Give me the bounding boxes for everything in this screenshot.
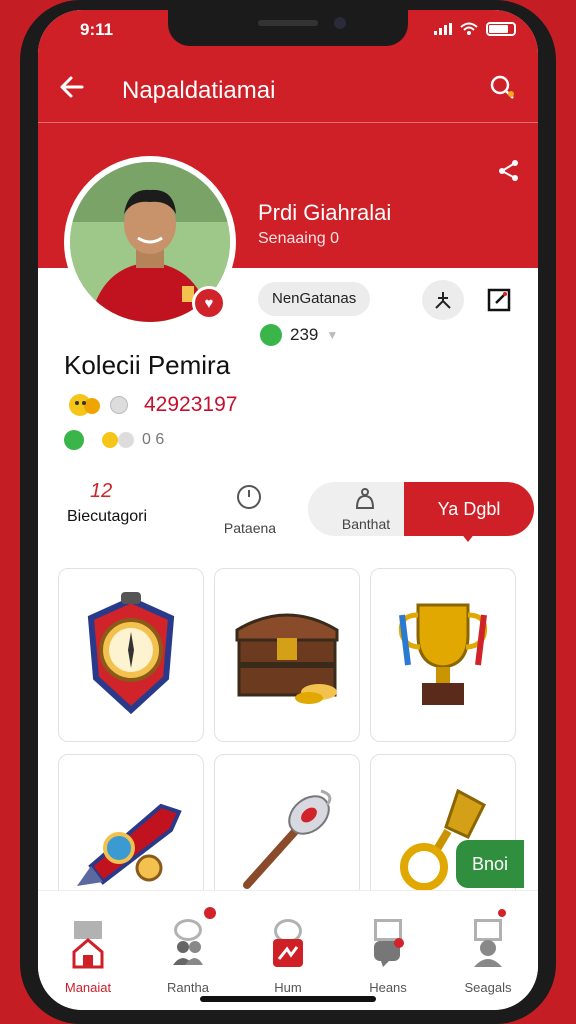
- gold-coin-icon: [102, 432, 118, 448]
- tab-bar: 12 Biecutagori Pataena Banthat Ya Dgbl: [52, 480, 538, 542]
- tab-stats[interactable]: Pataena: [202, 480, 298, 540]
- nav-flag[interactable]: Hum: [243, 937, 333, 995]
- sun-emblem-icon: [69, 394, 100, 416]
- item-card[interactable]: [214, 568, 360, 742]
- silver-coin-icon: [118, 432, 134, 448]
- profile-name: Prdi Giahralai: [258, 200, 392, 225]
- notification-dot: [202, 905, 218, 921]
- wand-icon: [243, 789, 332, 889]
- home-icon: [72, 938, 104, 969]
- status-icons: [434, 22, 516, 36]
- coin-row: 0 6: [64, 430, 164, 450]
- back-button[interactable]: [58, 73, 86, 108]
- page-title: Napaldatiamai: [122, 77, 276, 104]
- tab-label: Biecutagori: [66, 508, 148, 525]
- caret-down-icon: ▼: [326, 328, 339, 342]
- score-row: 42923197: [64, 390, 237, 420]
- badge-icon: [64, 430, 84, 450]
- rocket-gadget-icon: [77, 803, 182, 886]
- clock-icon: [237, 485, 261, 509]
- notch: [168, 10, 408, 46]
- nav-profile[interactable]: Seagals: [443, 937, 533, 995]
- nav-label: Rantha: [167, 980, 209, 995]
- nav-label: Manaiat: [64, 980, 112, 995]
- bag-icon: [355, 488, 375, 509]
- follower-count-value: 239: [290, 325, 319, 344]
- home-indicator: [200, 996, 376, 1002]
- wifi-icon: [460, 22, 478, 35]
- notification-dot: [496, 907, 508, 919]
- status-chip[interactable]: NenGatanas: [258, 282, 371, 316]
- pin-button[interactable]: [422, 280, 464, 320]
- favorite-badge[interactable]: ♥: [192, 286, 226, 320]
- bottom-nav: Manaiat Rantha Hum Heans Seagals: [38, 890, 538, 1010]
- nav-home[interactable]: Manaiat: [43, 937, 133, 995]
- treasure-chest-icon: [235, 613, 339, 704]
- score-value: 42923197: [144, 393, 238, 416]
- search-icon: [490, 75, 514, 99]
- app-bar: Napaldatiamai: [38, 65, 538, 121]
- nav-chat[interactable]: Heans: [343, 937, 433, 995]
- user-icon: [474, 940, 502, 967]
- chat-icon: [374, 938, 404, 967]
- flag-icon: [273, 939, 303, 967]
- edit-icon: [487, 288, 511, 312]
- nav-label: Seagals: [464, 980, 512, 995]
- people-icon: [173, 941, 203, 965]
- nav-label: Heans: [369, 980, 407, 995]
- battery-icon: [486, 22, 516, 36]
- compass-shield-icon: [87, 592, 175, 715]
- smile-icon: [260, 324, 282, 346]
- nav-label: Hum: [274, 980, 302, 995]
- header-divider: [38, 122, 538, 123]
- active-tab-pointer: [460, 532, 476, 542]
- arrow-left-icon: [60, 76, 84, 98]
- pin-icon: [435, 292, 451, 309]
- share-icon: [499, 160, 518, 181]
- new-tag[interactable]: Bnoi: [456, 840, 524, 888]
- tab-badge: 12: [90, 480, 113, 502]
- heart-icon: ♥: [204, 294, 214, 312]
- nav-people[interactable]: Rantha: [143, 937, 233, 995]
- search-button[interactable]: [488, 73, 518, 108]
- signal-icon: [434, 23, 452, 35]
- share-button[interactable]: [496, 158, 520, 187]
- trophy-icon: [398, 603, 488, 705]
- silver-coin-icon: [110, 396, 128, 414]
- app-screen: 9:11 Napaldatiamai ♥ Prdi Giahralai Sena…: [38, 10, 538, 1010]
- tab-label: Pataena: [223, 520, 277, 536]
- status-time: 9:11: [80, 20, 114, 39]
- profile-subtitle: Senaaing 0: [258, 230, 339, 247]
- tab-category[interactable]: 12 Biecutagori: [52, 480, 162, 540]
- tab-label: Banthat: [341, 516, 391, 532]
- item-card[interactable]: [58, 568, 204, 742]
- coin-count: 0 6: [142, 431, 165, 448]
- display-name: Kolecii Pemira: [64, 350, 231, 380]
- tab-active[interactable]: Ya Dgbl: [404, 482, 534, 536]
- edit-button[interactable]: [478, 280, 520, 320]
- item-card[interactable]: [370, 568, 516, 742]
- follower-count: 239 ▼: [260, 324, 338, 346]
